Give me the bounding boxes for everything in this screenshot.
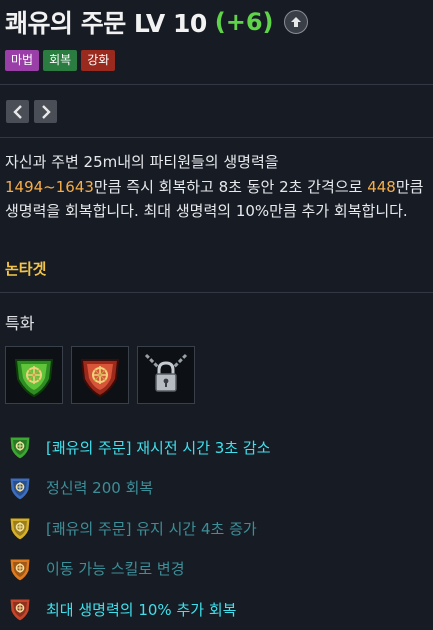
tripod-text: [쾌유의 주문] 유지 시간 4초 증가 (46, 519, 257, 538)
tag-heal: 회복 (43, 50, 78, 71)
green-tripod-shield-icon (8, 434, 32, 460)
tripod-list: [쾌유의 주문] 재시전 시간 3초 감소 정신력 200 회복 [쾌유의 주문… (8, 427, 271, 630)
orange-tripod-shield-icon (8, 556, 32, 582)
skill-level-bonus: (+6) (214, 8, 274, 36)
divider (0, 137, 433, 138)
target-type: 논타겟 (5, 260, 47, 278)
chevron-left-icon (12, 104, 22, 119)
blue-tripod-shield-icon (8, 475, 32, 501)
tripod-item[interactable]: 최대 생명력의 10% 추가 회복 (8, 589, 271, 630)
tripod-text: [쾌유의 주문] 재시전 시간 3초 감소 (46, 438, 271, 457)
next-button[interactable] (34, 100, 57, 123)
skill-title: 쾌유의 주문 LV 10 (5, 9, 207, 38)
chained-padlock-icon (137, 346, 195, 404)
skill-title-row: 쾌유의 주문 LV 10 (+6) (5, 6, 308, 38)
tripod-text: 최대 생명력의 10% 추가 회복 (46, 600, 237, 619)
tripod-item[interactable]: 이동 가능 스킬로 변경 (8, 549, 271, 590)
tag-enhance: 강화 (81, 50, 116, 71)
tag-magic: 마법 (5, 50, 40, 71)
skill-tags: 마법 회복 강화 (5, 50, 116, 71)
heal-over-time-amount: 448 (367, 177, 396, 196)
specialization-title: 특화 (5, 314, 35, 333)
tripod-text: 이동 가능 스킬로 변경 (46, 560, 185, 579)
prev-button[interactable] (6, 100, 29, 123)
divider (0, 292, 433, 293)
tripod-item[interactable]: 정신력 200 회복 (8, 468, 271, 509)
page-navigation (6, 100, 57, 123)
red-shield-emblem-icon[interactable] (71, 346, 129, 404)
desc-part-1: 자신과 주변 25m내의 파티원들의 생명력을 (5, 153, 279, 171)
tripod-item[interactable]: [쾌유의 주문] 유지 시간 4초 증가 (8, 508, 271, 549)
yellow-tripod-shield-icon (8, 515, 32, 541)
specialization-icons (5, 346, 195, 404)
arrow-up-circle-icon[interactable] (283, 10, 308, 34)
green-shield-emblem-icon[interactable] (5, 346, 63, 404)
divider (0, 84, 433, 85)
desc-part-2: 만큼 즉시 회복하고 8초 동안 2초 간격으로 (93, 177, 368, 196)
skill-description: 자신과 주변 25m내의 파티원들의 생명력을 1494~1643만큼 즉시 회복… (5, 150, 430, 224)
tripod-text: 정신력 200 회복 (46, 479, 154, 498)
heal-amount: 1494~1643 (5, 177, 94, 196)
tripod-item[interactable]: [쾌유의 주문] 재시전 시간 3초 감소 (8, 427, 271, 468)
chevron-right-icon (41, 104, 51, 119)
red-tripod-shield-icon (8, 596, 32, 622)
